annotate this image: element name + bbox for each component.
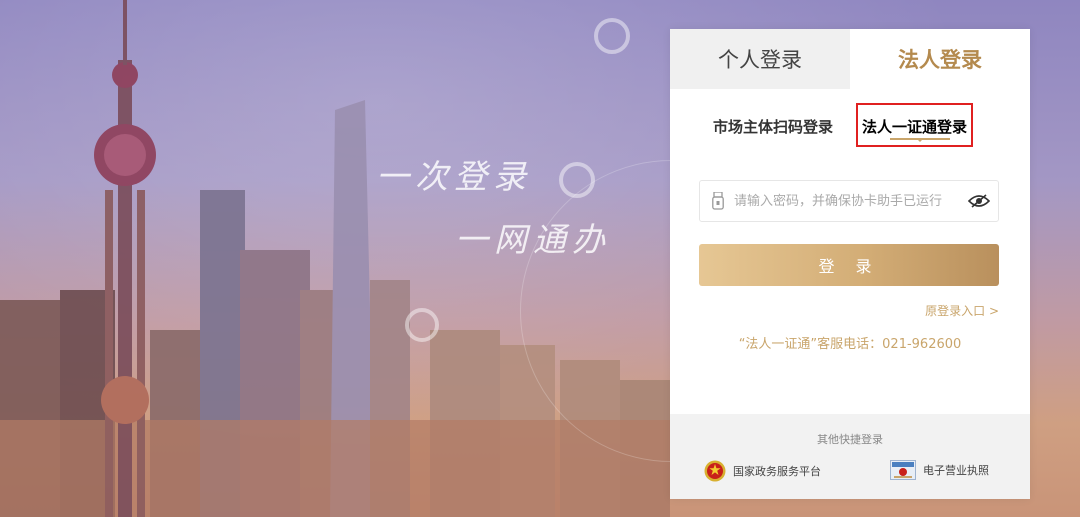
usb-key-icon	[712, 192, 724, 210]
other-login-title: 其他快捷登录	[817, 433, 883, 446]
other-login-footer: 其他快捷登录 国家政务服务平台 电子营业执照	[670, 414, 1030, 499]
password-field	[699, 180, 999, 222]
quick-login-national-platform[interactable]: 国家政务服务平台	[704, 460, 821, 482]
quick-login-business-license[interactable]: 电子营业执照	[890, 460, 989, 480]
tab-personal-login[interactable]: 个人登录	[670, 29, 850, 89]
password-input[interactable]	[724, 192, 968, 210]
login-type-tabs: 个人登录 法人登录	[670, 29, 1030, 89]
old-login-entry-link[interactable]: 原登录入口 >	[925, 302, 999, 319]
highlight-annotation-box	[856, 103, 973, 147]
slogan-line-1: 一次登录	[376, 157, 532, 196]
national-emblem-icon	[704, 460, 726, 482]
tab-legal-login[interactable]: 法人登录	[850, 29, 1030, 89]
service-hotline: “法人一证通”客服电话：021-962600	[738, 337, 962, 352]
business-license-icon	[890, 460, 916, 480]
decorative-ring	[405, 308, 439, 342]
login-card: 个人登录 法人登录 市场主体扫码登录 法人一证通登录 登 录 原登录入口 > “…	[670, 29, 1030, 499]
slogan-line-2: 一网通办	[455, 220, 611, 259]
subtab-scan-login[interactable]: 市场主体扫码登录	[713, 116, 833, 137]
eye-toggle-icon[interactable]	[968, 194, 990, 208]
decorative-ring	[594, 18, 630, 54]
login-button[interactable]: 登 录	[699, 244, 999, 286]
quick-login-label: 电子营业执照	[923, 464, 989, 477]
login-method-subtabs: 市场主体扫码登录 法人一证通登录	[670, 89, 1030, 159]
quick-login-label: 国家政务服务平台	[733, 465, 821, 478]
active-subtab-caret	[916, 138, 924, 142]
